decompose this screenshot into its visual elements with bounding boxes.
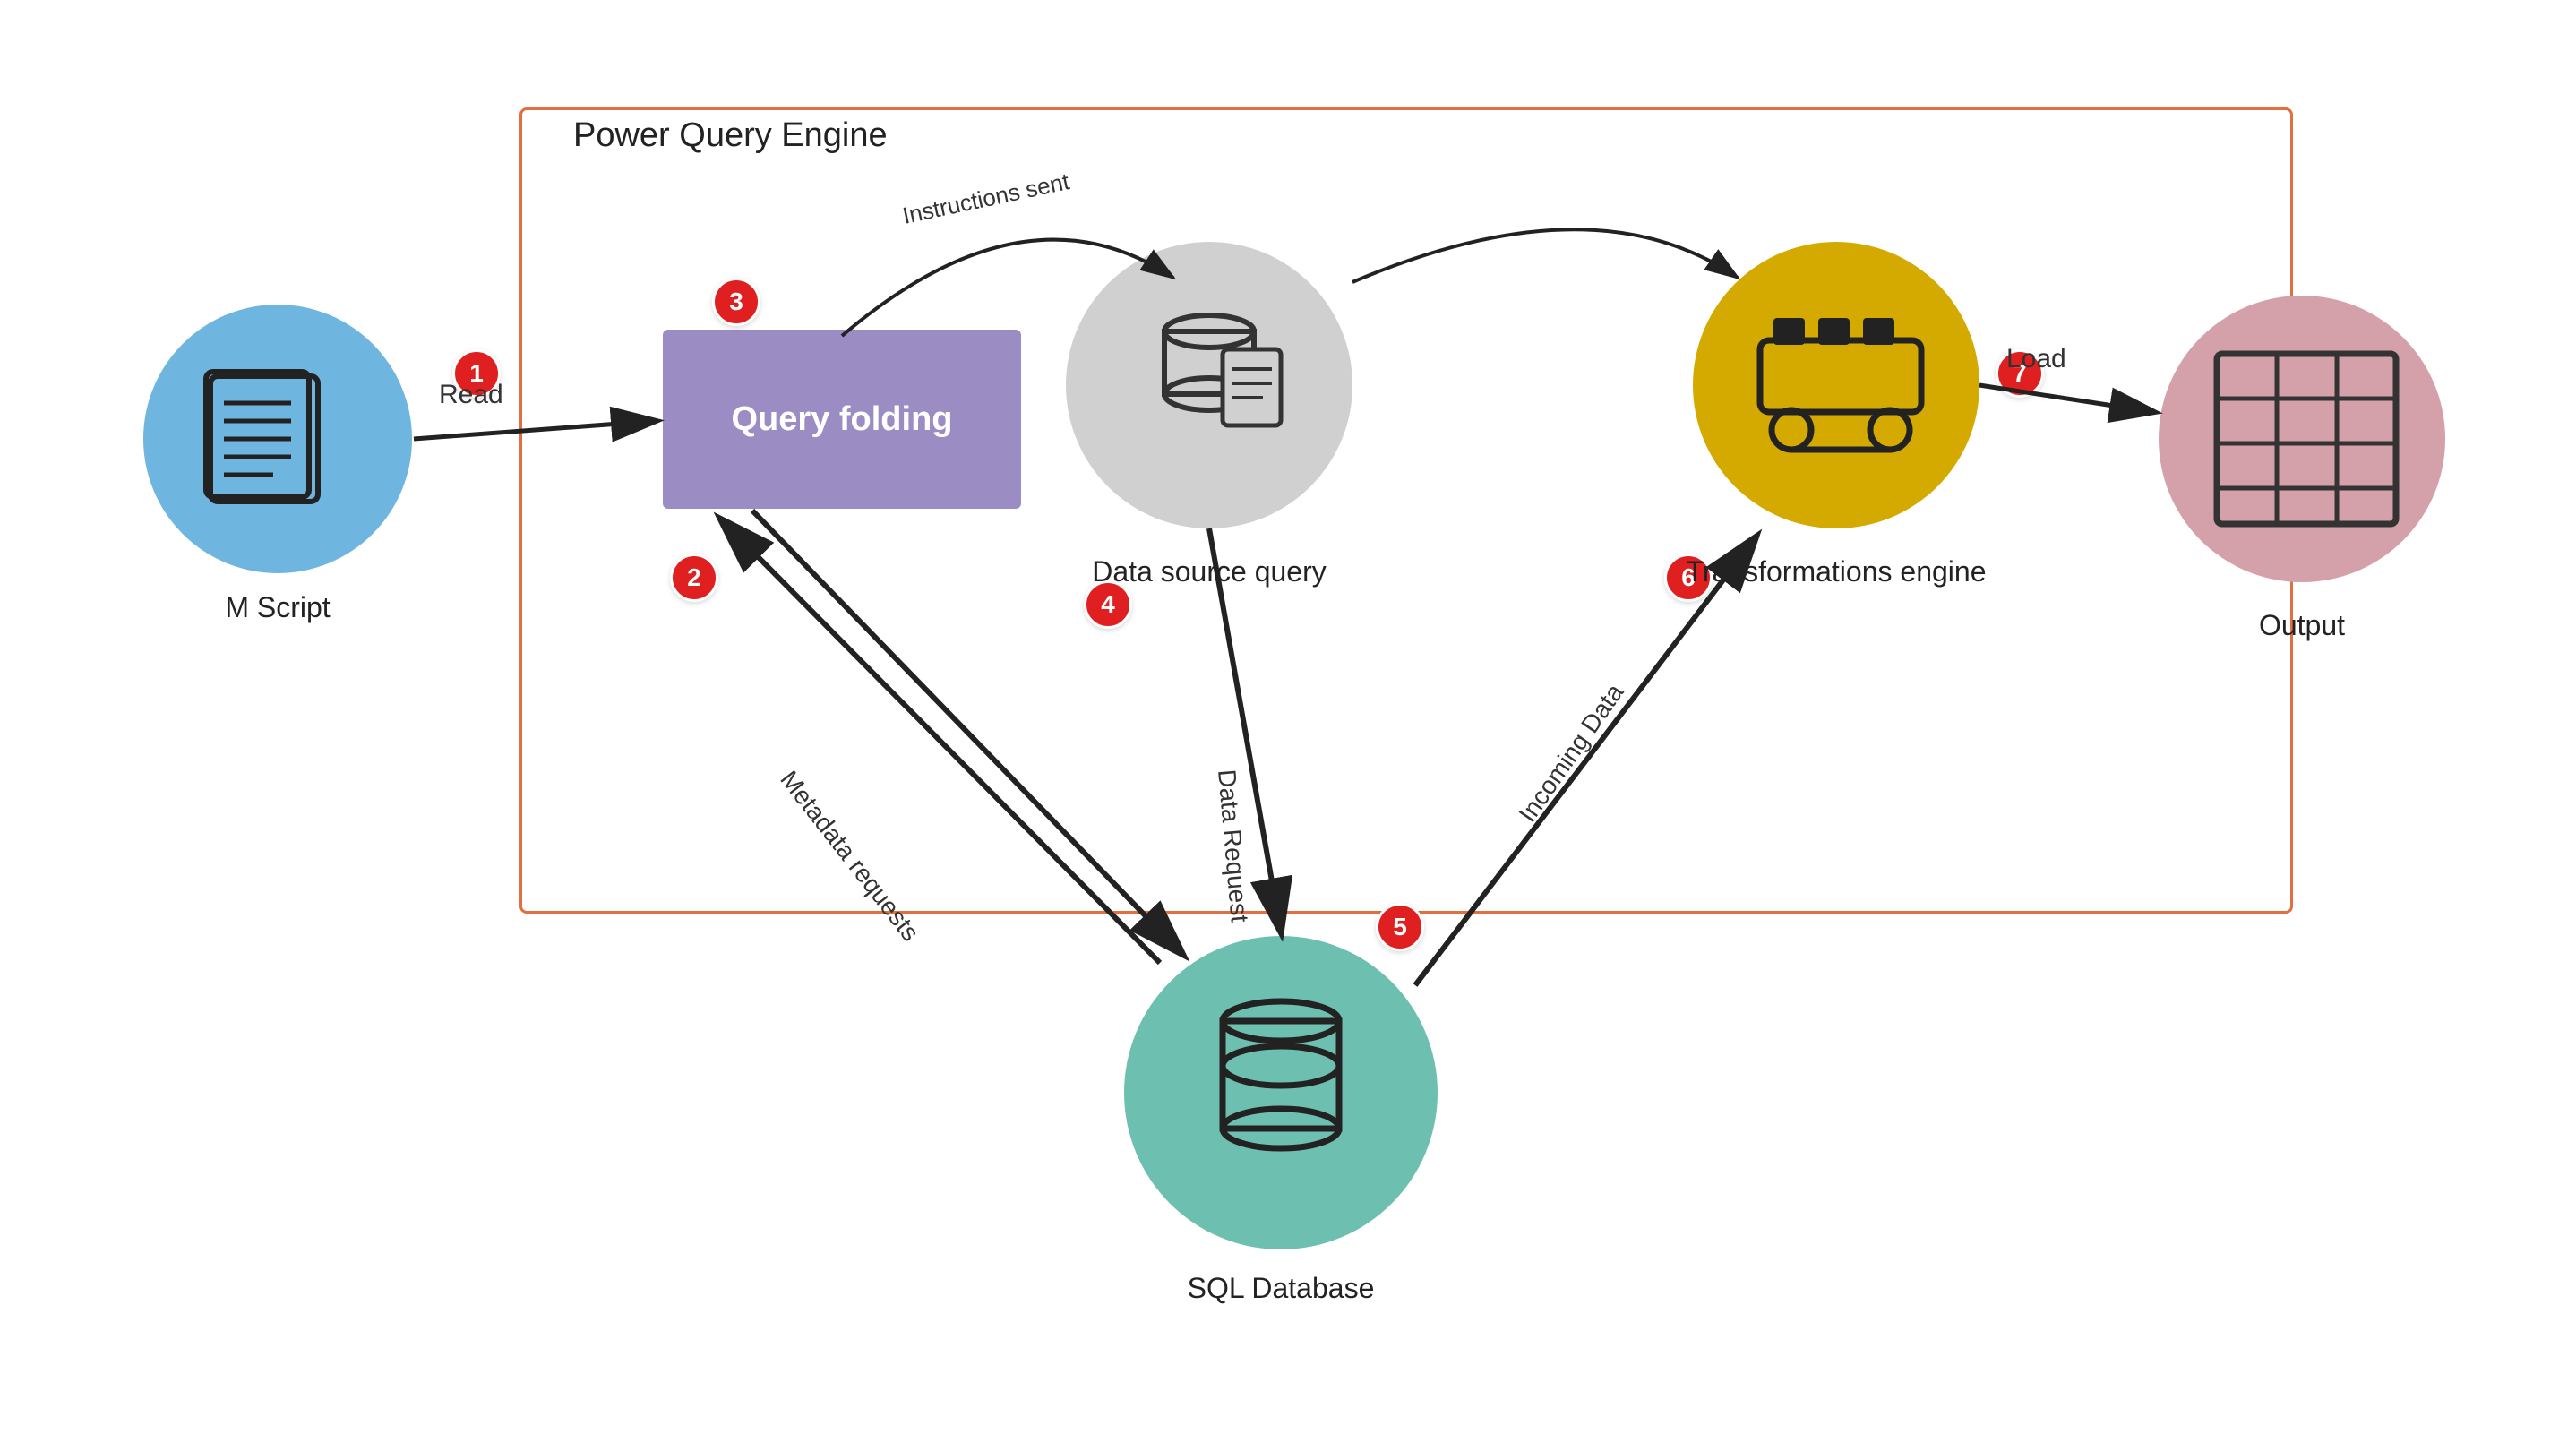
arrow-metadata-up: [721, 519, 1160, 963]
data-request-label: Data Request: [1213, 768, 1254, 923]
instructions-label: Instructions sent: [900, 167, 1072, 229]
arrow-read: [414, 421, 656, 439]
output-circle: [2159, 296, 2445, 582]
load-label: Load: [2006, 344, 2066, 373]
metadata-label: Metadata requests: [775, 766, 924, 947]
main-svg: Read Instructions sent Metadata requests…: [0, 0, 2576, 1451]
incoming-data-label: Incoming Data: [1514, 678, 1629, 827]
transformations-engine-circle: [1693, 242, 1979, 528]
arrow-metadata-down: [752, 511, 1182, 954]
arrow-instructions-2: [1352, 229, 1738, 282]
read-label: Read: [439, 380, 503, 409]
sql-database-circle: [1124, 936, 1438, 1249]
arrow-incoming-data: [1415, 537, 1756, 985]
data-source-query-circle: [1066, 242, 1352, 528]
arrow-load: [1979, 385, 2154, 412]
diagram-container: Power Query Engine Query folding 1 2 3 4…: [0, 0, 2576, 1451]
